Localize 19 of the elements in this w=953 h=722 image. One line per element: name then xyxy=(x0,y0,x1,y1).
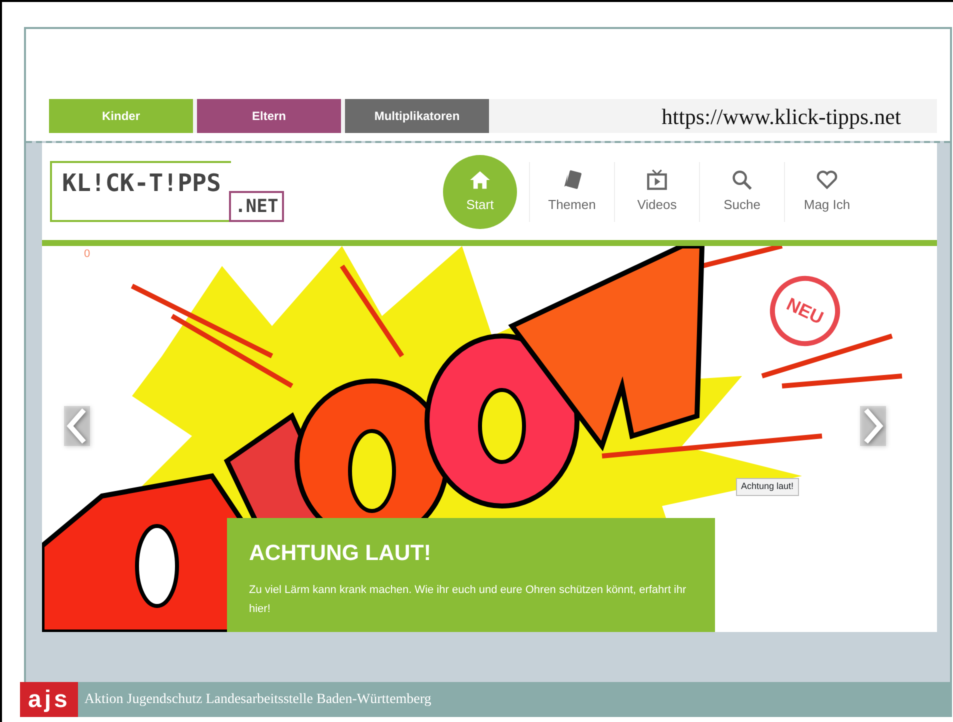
logo-wordmark: KL!CK-T!PPS xyxy=(50,161,231,222)
footer-text: Aktion Jugendschutz Landesarbeitsstelle Baden-Württemberg xyxy=(84,691,432,709)
tooltip: Achtung laut! xyxy=(736,478,799,496)
nav-item[interactable]: Videos xyxy=(614,162,699,222)
ajs-logo: ajs xyxy=(20,682,78,717)
heart-icon xyxy=(816,168,838,191)
nav-item[interactable]: Suche xyxy=(699,162,784,222)
nav-item[interactable]: Mag Ich xyxy=(784,162,869,222)
logo-suffix: .NET xyxy=(228,191,284,222)
marker-text: 0 xyxy=(84,247,90,262)
audience-tab[interactable]: Eltern xyxy=(197,99,341,133)
tv-icon xyxy=(646,168,668,191)
caption-text: Zu viel Lärm kann krank machen. Wie ihr euch und eure Ohren schützen könnt, erfahrt ihr hier! xyxy=(249,583,688,617)
url-text: https://www.klick-tipps.net xyxy=(662,102,902,131)
caption-title: ACHTUNG LAUT! xyxy=(249,539,432,567)
home-icon xyxy=(469,168,491,191)
search-icon xyxy=(731,168,753,191)
nav-item[interactable]: Themen xyxy=(529,162,614,222)
audience-tab[interactable]: Multiplikatoren xyxy=(345,99,489,133)
